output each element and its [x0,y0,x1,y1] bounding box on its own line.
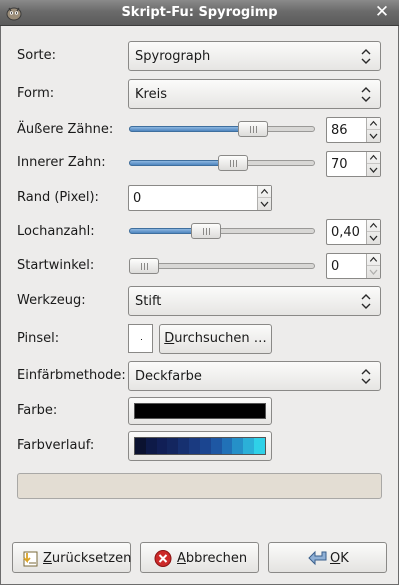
einfaerbmethode-value: Deckfarbe [135,369,202,384]
innerer-zahn-label: Innerer Zahn: [17,155,106,170]
innerer-zahn-slider[interactable] [129,154,315,172]
werkzeug-combo[interactable]: Stift [128,286,381,316]
innerer-zahn-spin[interactable]: 70 [326,151,381,177]
startwinkel-slider[interactable] [129,257,315,275]
reset-mnemonic: Z [43,551,52,566]
startwinkel-spin[interactable]: 0 [326,253,381,279]
spin-down-icon[interactable] [367,232,380,244]
spin-up-icon[interactable] [258,186,271,198]
form-combo[interactable]: Kreis [128,79,381,109]
cancel-icon [154,550,172,567]
spin-up-icon[interactable] [367,118,380,130]
brush-preview[interactable] [128,324,153,353]
form-label: Form: [17,86,55,101]
form-value: Kreis [135,87,167,102]
sorte-value: Spyrograph [135,49,211,64]
gradient-segment [254,438,265,454]
farbverlauf-button[interactable] [128,431,272,461]
ok-arrow-icon [308,550,327,566]
innerer-zahn-value: 70 [331,157,348,172]
spin-down-icon[interactable] [367,164,380,176]
gradient-segment [243,438,255,454]
spin-up-icon[interactable] [367,220,380,232]
sorte-label: Sorte: [17,48,57,63]
gradient-segment [199,438,211,454]
updown-arrows-icon [361,369,371,384]
reset-label: urücksetzen [51,551,132,566]
title-bar: Skript-Fu: Spyrogimp ✕ [0,0,399,26]
einfaerbmethode-label: Einfärbmethode: [17,368,126,383]
aeussere-zaehne-spin[interactable]: 86 [326,117,381,143]
gradient-segment [145,438,157,454]
gradient-segment [232,438,244,454]
ok-button[interactable]: OK [268,542,387,573]
aeussere-zaehne-slider[interactable] [129,120,315,138]
gradient-segment [178,438,190,454]
sorte-combo[interactable]: Spyrograph [128,41,381,71]
rand-spin[interactable]: 0 [128,185,272,211]
spin-down-icon[interactable] [258,198,271,210]
slider-handle[interactable] [129,258,159,274]
rand-value: 0 [133,191,142,206]
cancel-button[interactable]: Abbrechen [140,542,259,573]
einfaerbmethode-combo[interactable]: Deckfarbe [128,361,381,391]
aeussere-zaehne-label: Äußere Zähne: [17,122,114,137]
ok-mnemonic: O [330,551,341,566]
farbverlauf-label: Farbverlauf: [17,438,95,453]
lochanzahl-slider[interactable] [129,222,315,240]
updown-arrows-icon [361,87,371,102]
farbe-label: Farbe: [17,403,58,418]
durchsuchen-button[interactable]: Durchsuchen … [159,324,272,354]
gradient-segment [189,438,200,454]
lochanzahl-spin[interactable]: 0,40 [326,219,381,245]
close-icon[interactable]: ✕ [373,3,391,21]
cancel-mnemonic: A [177,551,186,566]
updown-arrows-icon [361,49,371,64]
gradient-segment [135,438,146,454]
farbe-color-button[interactable] [128,397,272,425]
cancel-label: bbrechen [185,551,248,566]
spin-up-icon[interactable] [367,152,380,164]
farbverlauf-preview [134,437,266,455]
durchsuchen-mnemonic: D [164,331,175,346]
farbe-swatch [134,403,266,419]
durchsuchen-label: urchsuchen … [174,331,267,346]
reset-icon [23,551,38,567]
updown-arrows-icon [361,294,371,309]
gradient-segment [221,438,233,454]
lochanzahl-value: 0,40 [331,225,360,240]
rand-label: Rand (Pixel): [17,190,99,205]
reset-button[interactable]: Zurücksetzen [12,542,131,573]
pinsel-label: Pinsel: [17,331,60,346]
ok-label: K [340,551,349,566]
lochanzahl-label: Lochanzahl: [17,224,95,239]
spin-up-icon[interactable] [367,254,380,266]
gradient-segment [167,438,179,454]
slider-handle[interactable] [218,155,248,171]
werkzeug-value: Stift [135,294,162,309]
aeussere-zaehne-value: 86 [331,123,348,138]
slider-handle[interactable] [238,121,268,137]
startwinkel-value: 0 [331,259,340,274]
spin-down-icon[interactable] [367,266,380,278]
window-title: Skript-Fu: Spyrogimp [121,5,278,20]
brush-dot [141,339,142,340]
startwinkel-label: Startwinkel: [17,258,95,273]
gradient-segment [156,438,168,454]
slider-handle[interactable] [191,223,221,239]
spin-down-icon[interactable] [367,130,380,142]
gradient-segment [210,438,222,454]
progress-bar [17,473,382,499]
werkzeug-label: Werkzeug: [17,293,86,308]
